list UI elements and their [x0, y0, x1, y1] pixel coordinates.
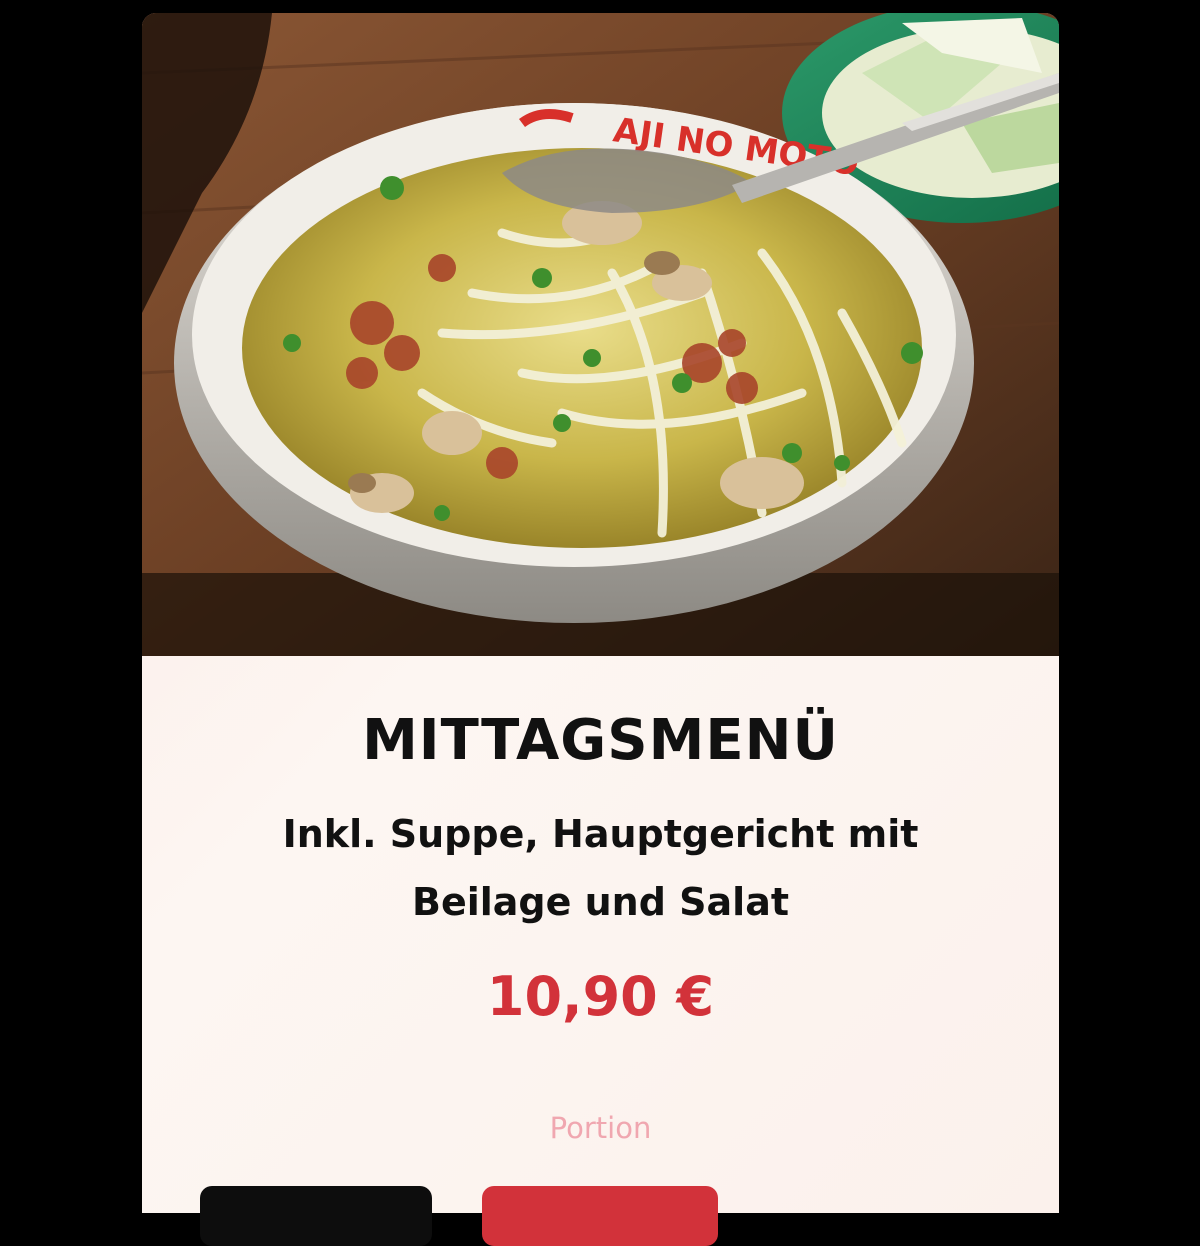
menu-title: MITTAGSMENÜ — [362, 708, 839, 773]
menu-description: Inkl. Suppe, Hauptgericht mit Beilage un… — [282, 812, 919, 924]
menu-price: 10,90 € — [486, 965, 715, 1028]
dish-photo: AJI NO MOTO — [142, 13, 1059, 656]
portion-label: Portion — [549, 1111, 652, 1145]
menu-details: MITTAGSMENÜ Inkl. Suppe, Hauptgericht mi… — [142, 656, 1059, 1213]
add-to-cart-button[interactable] — [482, 1186, 718, 1246]
menu-card: AJI NO MOTO MITTAGSMENÜ Inkl. Suppe, Hau… — [142, 13, 1059, 1213]
portion-decrease-button[interactable] — [200, 1186, 432, 1246]
